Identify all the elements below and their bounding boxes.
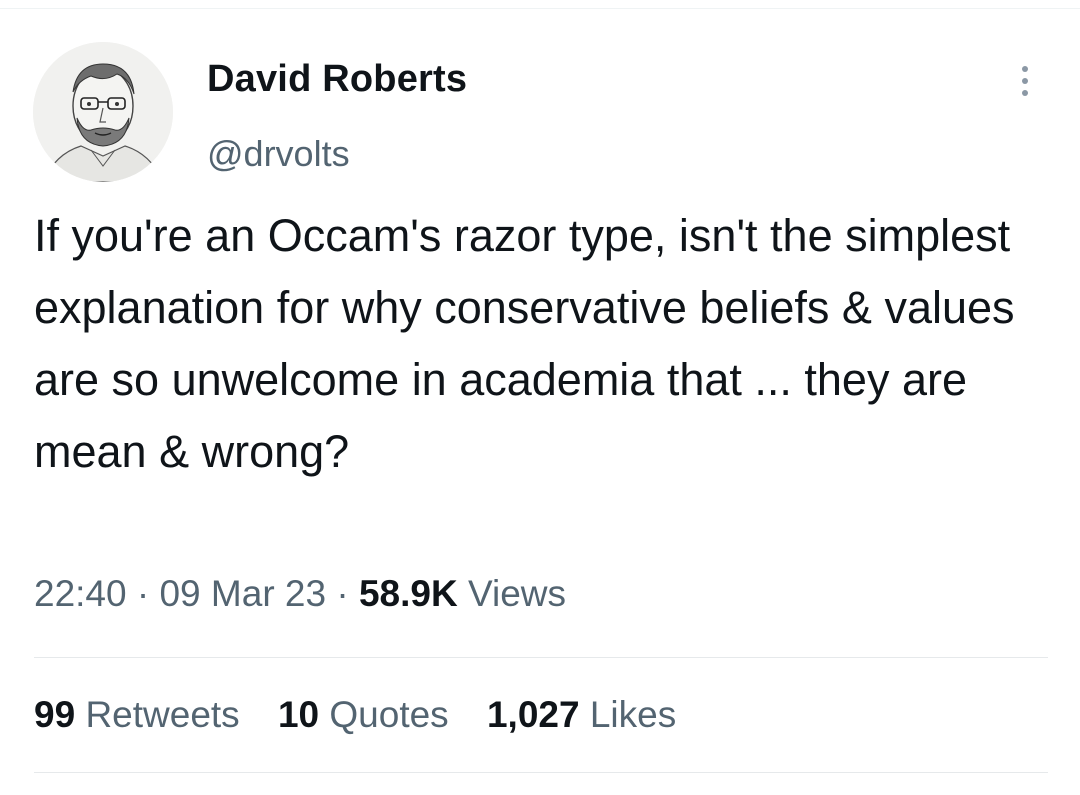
vertical-ellipsis-icon[interactable]	[1012, 66, 1038, 106]
engagement-stats: 99 Retweets 10 Quotes 1,027 Likes	[34, 694, 704, 736]
more-dot	[1022, 66, 1028, 72]
tweet-text: If you're an Occam's razor type, isn't t…	[34, 210, 1015, 477]
more-dot	[1022, 78, 1028, 84]
views-count[interactable]: 58.9K	[359, 573, 458, 614]
likes-label: Likes	[589, 694, 677, 735]
likes-stat[interactable]: 1,027 Likes	[487, 694, 676, 736]
views-label[interactable]: Views	[468, 573, 566, 614]
tweet-date[interactable]: 09 Mar 23	[159, 573, 326, 614]
avatar[interactable]	[33, 42, 173, 182]
stats-top-divider	[34, 657, 1048, 658]
quotes-stat[interactable]: 10 Quotes	[278, 694, 449, 736]
author-handle[interactable]: @drvolts	[207, 133, 350, 175]
top-divider	[0, 8, 1080, 9]
meta-separator: ·	[336, 573, 349, 614]
author-display-name[interactable]: David Roberts	[207, 58, 467, 101]
quotes-count: 10	[277, 694, 320, 735]
meta-separator: ·	[136, 573, 150, 614]
more-dot	[1022, 90, 1028, 96]
retweets-count: 99	[34, 694, 76, 735]
tweet-meta: 22:40 · 09 Mar 23 · 58.9K Views	[34, 573, 566, 615]
sketch-portrait-avatar	[33, 42, 173, 182]
retweets-stat[interactable]: 99 Retweets	[34, 694, 240, 736]
tweet-time[interactable]: 22:40	[34, 573, 127, 614]
quotes-label: Quotes	[329, 694, 449, 735]
likes-count: 1,027	[486, 694, 580, 735]
retweets-label: Retweets	[85, 694, 240, 735]
stats-bottom-divider	[34, 772, 1048, 773]
